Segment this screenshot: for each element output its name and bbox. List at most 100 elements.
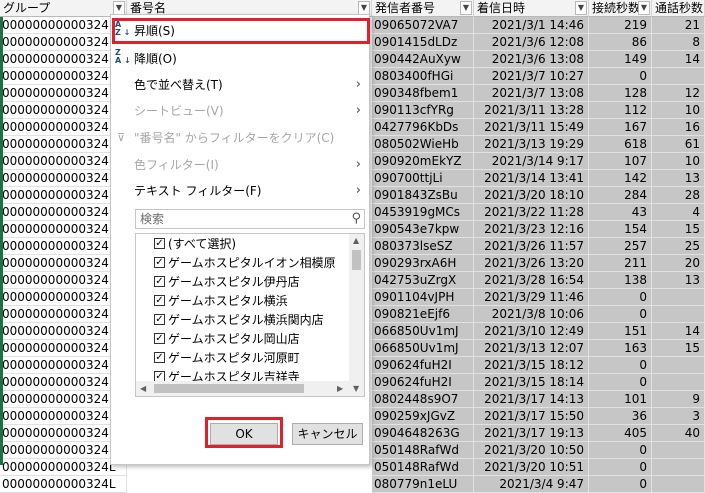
filter-dropdown-icon[interactable]: ▼ (113, 1, 125, 15)
table-cell[interactable]: 14 (652, 323, 705, 340)
filter-search-input[interactable]: 検索 ⚲ (135, 209, 365, 229)
table-cell[interactable]: 080779n1eLU (372, 476, 474, 493)
table-cell[interactable]: 00000000000324L (0, 85, 127, 102)
table-cell[interactable]: 00000000000324L (0, 323, 127, 340)
table-cell[interactable]: 090293rxA6H (372, 255, 474, 272)
table-cell[interactable] (652, 476, 705, 493)
checkbox-checked-icon[interactable]: ✓ (154, 276, 165, 287)
table-cell[interactable]: 86 (589, 34, 652, 51)
table-cell[interactable]: 2021/3/20 10:50 (474, 442, 589, 459)
checkbox-checked-icon[interactable]: ✓ (154, 257, 165, 268)
table-cell[interactable]: 00000000000324L (0, 221, 127, 238)
table-cell[interactable]: 101 (589, 391, 652, 408)
table-cell[interactable]: 154 (589, 221, 652, 238)
table-cell[interactable]: 090259xJGvZ (372, 408, 474, 425)
table-cell[interactable]: 00000000000324L (0, 442, 127, 459)
filter-active-icon[interactable]: ▼ (358, 1, 370, 15)
table-cell[interactable]: 2021/3/15 18:12 (474, 357, 589, 374)
table-cell[interactable]: 284 (589, 187, 652, 204)
filter-list-item[interactable]: ✓ ゲームホスピタル岡山店 (154, 331, 300, 348)
table-cell[interactable]: 151 (589, 323, 652, 340)
table-cell[interactable]: 13 (652, 170, 705, 187)
table-cell[interactable]: 36 (589, 408, 652, 425)
table-cell[interactable]: 0 (589, 459, 652, 476)
table-cell[interactable]: 0427796KbDs (372, 119, 474, 136)
table-cell[interactable]: 2021/3/8 10:06 (474, 306, 589, 323)
checkbox-checked-icon[interactable]: ✓ (154, 333, 165, 344)
checkbox-checked-icon[interactable]: ✓ (154, 295, 165, 306)
checkbox-checked-icon[interactable]: ✓ (154, 238, 165, 249)
table-cell[interactable]: 2021/3/11 13:28 (474, 102, 589, 119)
table-cell[interactable]: 090821eEjf6 (372, 306, 474, 323)
scroll-thumb[interactable] (352, 250, 361, 270)
table-cell[interactable] (652, 289, 705, 306)
table-cell[interactable]: 2021/3/17 19:13 (474, 425, 589, 442)
filter-list-item[interactable]: ✓ ゲームホスピタル河原町 (154, 350, 300, 367)
column-header-caller[interactable]: 発信者番号 ▼ (372, 0, 474, 17)
table-cell[interactable]: 2021/3/7 10:27 (474, 68, 589, 85)
table-cell[interactable]: 15 (652, 340, 705, 357)
table-cell[interactable]: 14 (652, 51, 705, 68)
table-cell[interactable]: 042753uZrgX (372, 272, 474, 289)
table-cell[interactable]: 13 (652, 272, 705, 289)
scroll-up-icon[interactable]: ▲ (353, 236, 359, 245)
table-cell[interactable]: 10 (652, 102, 705, 119)
table-cell[interactable]: 00000000000324L (0, 255, 127, 272)
table-cell[interactable]: 00000000000324L (0, 153, 127, 170)
table-cell[interactable]: 00000000000324L (0, 51, 127, 68)
table-cell[interactable]: 00000000000324L (0, 34, 127, 51)
table-cell[interactable]: 0 (589, 357, 652, 374)
sort-descending-item[interactable]: ZA ↓ 降順(O) (111, 46, 369, 72)
table-cell[interactable]: 00000000000324L (0, 238, 127, 255)
table-cell[interactable]: 2021/3/13 12:07 (474, 340, 589, 357)
cancel-button[interactable]: キャンセル (292, 423, 363, 445)
scroll-left-icon[interactable]: ◀ (140, 384, 146, 393)
table-cell[interactable]: 00000000000324L (0, 204, 127, 221)
table-cell[interactable]: 16 (652, 119, 705, 136)
filter-list-item[interactable]: ✓ ゲームホスピタルイオン相模原 (154, 255, 336, 272)
filter-dropdown-icon[interactable]: ▼ (638, 1, 650, 15)
table-cell[interactable] (652, 374, 705, 391)
table-cell[interactable]: 61 (652, 136, 705, 153)
table-cell[interactable]: 0802448s9O7 (372, 391, 474, 408)
table-cell[interactable]: 00000000000324L (0, 340, 127, 357)
table-cell[interactable]: 211 (589, 255, 652, 272)
table-cell[interactable]: 090920mEkYZ (372, 153, 474, 170)
filter-list-item[interactable]: ✓ ゲームホスピタル横浜 (154, 293, 288, 310)
table-cell[interactable]: 142 (589, 170, 652, 187)
table-cell[interactable]: 0 (589, 374, 652, 391)
table-cell[interactable]: 0904648263G (372, 425, 474, 442)
table-cell[interactable]: 00000000000324L (0, 187, 127, 204)
table-cell[interactable]: 090113cfYRg (372, 102, 474, 119)
table-cell[interactable]: 2021/3/4 9:47 (474, 476, 589, 493)
table-cell[interactable]: 090442AuXyw (372, 51, 474, 68)
column-header-talk[interactable]: 通話秒数 (652, 0, 705, 17)
table-cell[interactable]: 219 (589, 17, 652, 34)
table-cell[interactable]: 2021/3/28 16:54 (474, 272, 589, 289)
column-header-received[interactable]: 着信日時 ▼ (474, 0, 589, 17)
table-cell[interactable]: 149 (589, 51, 652, 68)
table-cell[interactable]: 2021/3/7 13:08 (474, 85, 589, 102)
table-cell[interactable] (652, 442, 705, 459)
table-cell[interactable]: 0 (589, 68, 652, 85)
table-cell[interactable]: 112 (589, 102, 652, 119)
table-cell[interactable]: 15 (652, 221, 705, 238)
table-cell[interactable]: 0901104vJPH (372, 289, 474, 306)
column-header-group[interactable]: グループ ▼ (0, 0, 127, 17)
table-cell[interactable]: 00000000000324L (0, 170, 127, 187)
filter-list-item[interactable]: ✓ ゲームホスピタル横浜関内店 (154, 312, 324, 329)
table-cell[interactable]: 2021/3/29 11:46 (474, 289, 589, 306)
sort-by-color-item[interactable]: 色で並べ替え(T) › (111, 72, 369, 98)
table-cell[interactable]: 2021/3/6 12:08 (474, 34, 589, 51)
table-cell[interactable]: 4 (652, 204, 705, 221)
table-cell[interactable]: 167 (589, 119, 652, 136)
column-header-connect[interactable]: 接続秒数 ▼ (589, 0, 652, 17)
table-cell[interactable]: 40 (652, 425, 705, 442)
table-cell[interactable]: 090348fbem1 (372, 85, 474, 102)
table-cell[interactable]: 8 (652, 34, 705, 51)
table-cell[interactable]: 00000000000324L (0, 289, 127, 306)
table-cell[interactable]: 2021/3/20 10:51 (474, 459, 589, 476)
table-cell[interactable]: 066850Uv1mJ (372, 323, 474, 340)
scroll-down-icon[interactable]: ▼ (353, 384, 359, 393)
table-cell[interactable]: 00000000000324L (0, 17, 127, 34)
